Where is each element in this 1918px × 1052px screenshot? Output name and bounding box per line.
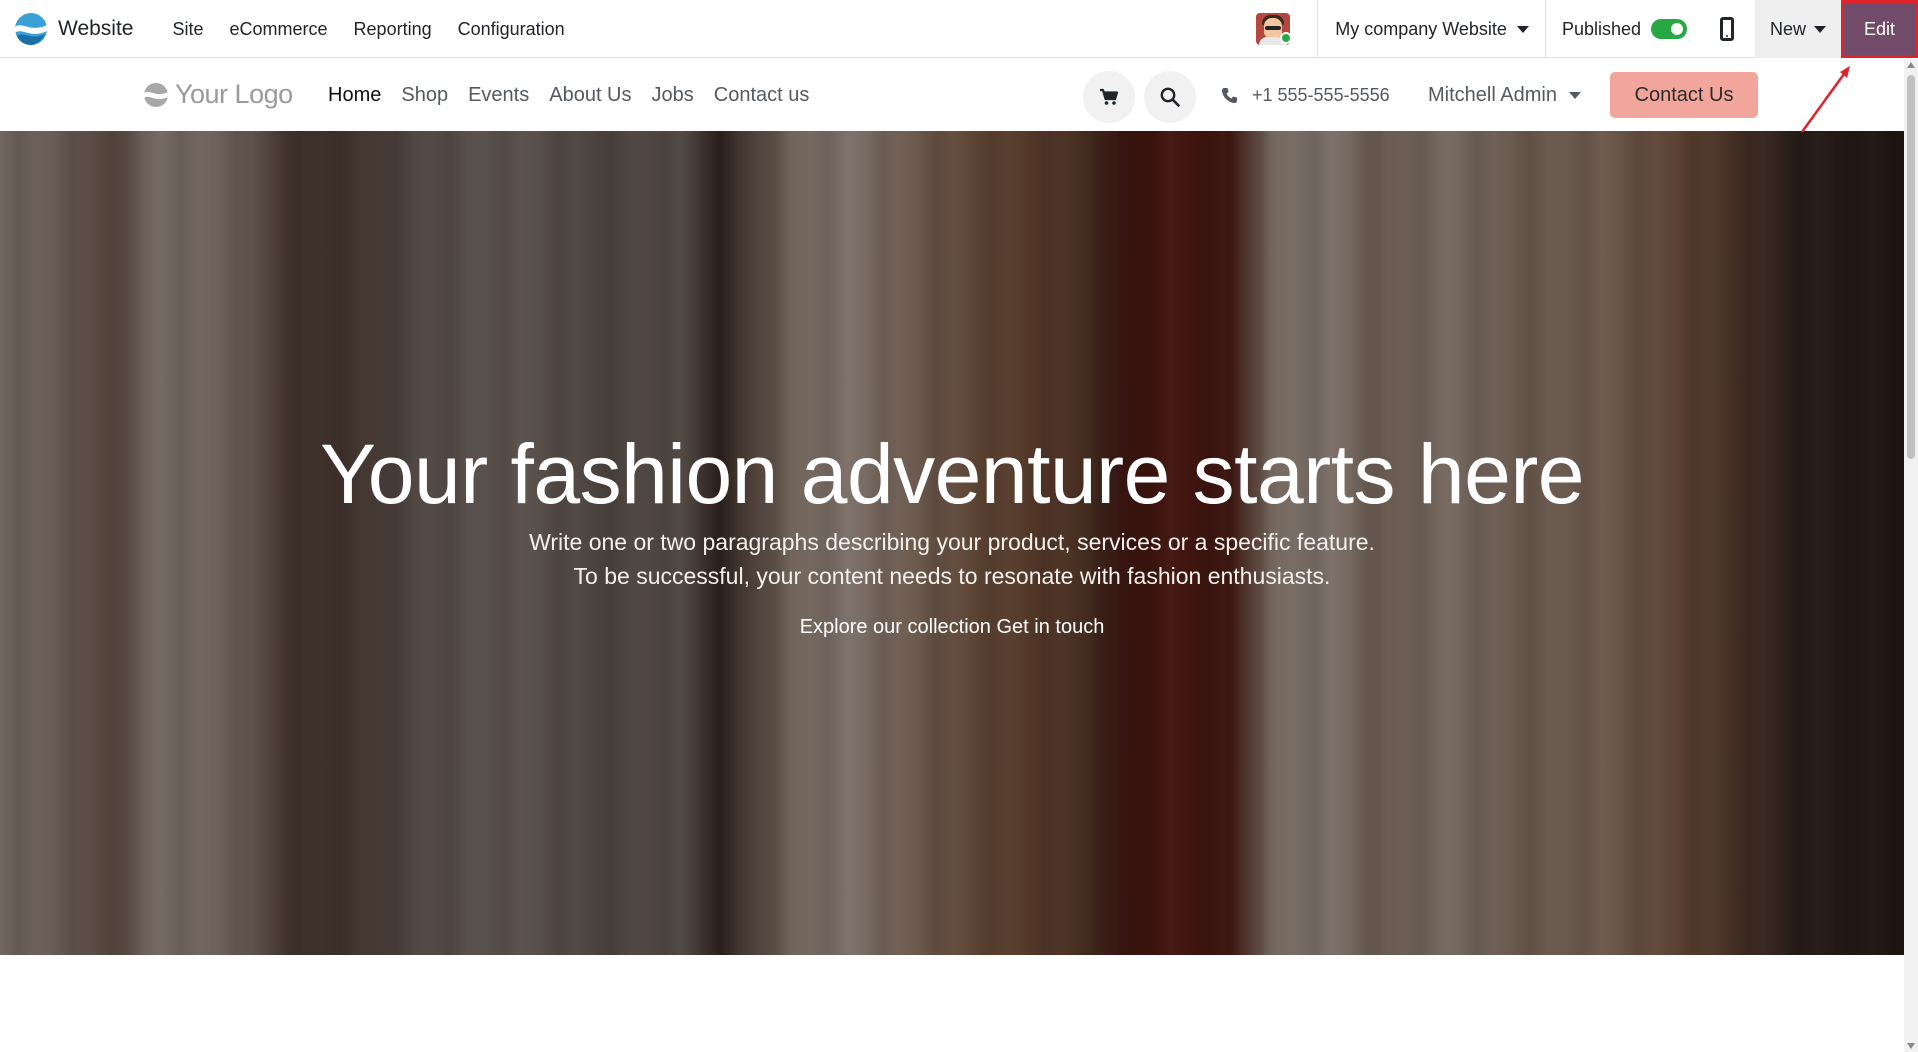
search-button[interactable] xyxy=(1144,71,1196,123)
phone-icon xyxy=(1222,87,1237,103)
admin-menu: Site eCommerce Reporting Configuration xyxy=(159,0,577,58)
menu-configuration[interactable]: Configuration xyxy=(445,0,578,58)
user-dropdown[interactable]: Mitchell Admin xyxy=(1428,59,1581,131)
user-name: Mitchell Admin xyxy=(1428,83,1557,106)
new-content-button[interactable]: New xyxy=(1755,0,1841,58)
website-header: Your Logo Home Shop Events About Us Jobs… xyxy=(0,59,1904,131)
hero-paragraph-line2: To be successful, your content needs to … xyxy=(573,563,1331,589)
nav-about-us[interactable]: About Us xyxy=(539,84,641,107)
scroll-thumb[interactable] xyxy=(1907,75,1915,459)
odoo-website-icon xyxy=(15,12,47,45)
get-in-touch-link[interactable]: Get in touch xyxy=(996,616,1104,638)
hero-banner: Your fashion adventure starts here Write… xyxy=(0,131,1904,955)
caret-down-icon xyxy=(1568,91,1581,99)
admin-right-controls: My company Website Published New Edit xyxy=(1228,0,1918,58)
phone-link[interactable]: +1 555-555-5556 xyxy=(1221,59,1390,131)
user-avatar-button[interactable] xyxy=(1228,0,1319,58)
publish-toggle-group: Published xyxy=(1546,0,1699,58)
logo-text: Your Logo xyxy=(175,79,293,109)
site-logo[interactable]: Your Logo xyxy=(143,79,293,110)
app-name: Website xyxy=(58,16,134,40)
explore-collection-link[interactable]: Explore our collection xyxy=(800,616,991,638)
main-navigation: Home Shop Events About Us Jobs Contact u… xyxy=(318,59,819,131)
mobile-preview-button[interactable] xyxy=(1699,0,1755,58)
nav-home[interactable]: Home xyxy=(318,84,391,107)
nav-shop[interactable]: Shop xyxy=(391,84,458,107)
scroll-up-icon[interactable] xyxy=(1907,62,1915,68)
new-label: New xyxy=(1769,18,1806,39)
hero-content: Your fashion adventure starts here Write… xyxy=(0,131,1904,955)
hero-title: Your fashion adventure starts here xyxy=(319,427,1585,521)
menu-site[interactable]: Site xyxy=(159,0,216,58)
published-label: Published xyxy=(1561,18,1641,39)
search-icon xyxy=(1160,87,1180,107)
published-toggle[interactable] xyxy=(1651,19,1687,39)
online-status-dot xyxy=(1280,32,1293,44)
phone-number: +1 555-555-5556 xyxy=(1252,84,1390,105)
hero-links: Explore our collection Get in touch xyxy=(0,616,1904,639)
contact-us-button[interactable]: Contact Us xyxy=(1610,72,1758,118)
menu-reporting[interactable]: Reporting xyxy=(341,0,445,58)
mobile-preview-icon xyxy=(1720,17,1734,41)
caret-down-icon xyxy=(1814,25,1826,33)
admin-navbar: Website Site eCommerce Reporting Configu… xyxy=(0,0,1918,58)
hero-paragraph-line1: Write one or two paragraphs describing y… xyxy=(529,529,1375,555)
menu-ecommerce[interactable]: eCommerce xyxy=(217,0,341,58)
website-switcher[interactable]: My company Website xyxy=(1318,0,1546,58)
website-switcher-label: My company Website xyxy=(1335,18,1507,39)
edit-button[interactable]: Edit xyxy=(1841,0,1918,58)
scroll-down-icon[interactable] xyxy=(1907,1043,1915,1049)
nav-contact-us[interactable]: Contact us xyxy=(704,84,820,107)
logo-icon xyxy=(144,82,168,107)
nav-events[interactable]: Events xyxy=(458,84,539,107)
caret-down-icon xyxy=(1516,25,1529,33)
cart-icon xyxy=(1100,88,1119,105)
app-brand[interactable]: Website xyxy=(0,0,159,58)
cart-button[interactable] xyxy=(1083,71,1135,123)
nav-jobs[interactable]: Jobs xyxy=(642,84,704,107)
page-scrollbar[interactable] xyxy=(1904,59,1918,1052)
